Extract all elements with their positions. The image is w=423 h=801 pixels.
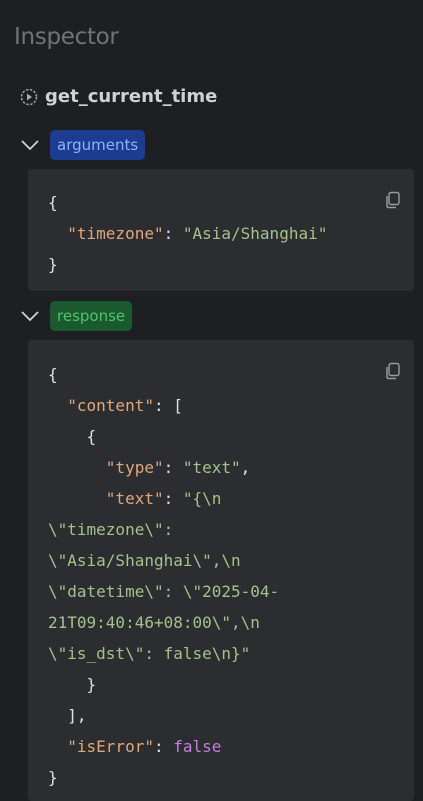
response-json: { "content": [ { "type": "text", "text":… [48, 365, 280, 787]
arguments-section-header[interactable]: arguments [20, 130, 146, 160]
tool-name: get_current_time [45, 86, 218, 107]
json-boolean: false [173, 737, 222, 756]
arguments-badge: arguments [50, 130, 146, 160]
tool-header: get_current_time [20, 86, 217, 107]
json-key: "type" [105, 458, 164, 477]
arguments-code-block: { "timezone": "Asia/Shanghai" } [28, 169, 414, 291]
json-key: "isError" [67, 737, 154, 756]
json-string-line: \"datetime\": \"2025-04- [48, 582, 280, 601]
copy-icon[interactable] [384, 362, 402, 380]
chevron-down-icon[interactable] [20, 306, 40, 326]
json-string-line: \"Asia/Shanghai\",\n [48, 551, 241, 570]
copy-icon[interactable] [384, 191, 402, 209]
arguments-json: { "timezone": "Asia/Shanghai" } [48, 193, 328, 274]
json-key: "text" [105, 489, 164, 508]
json-string-line: 21T09:40:46+08:00\",\n [48, 613, 260, 632]
chevron-down-icon[interactable] [20, 135, 40, 155]
response-section-header[interactable]: response [20, 301, 133, 331]
json-key: "timezone" [67, 224, 164, 243]
json-string: "Asia/Shanghai" [182, 224, 328, 243]
response-badge: response [50, 301, 133, 331]
json-string-line: "{\n [182, 489, 222, 508]
json-string-line: \"is_dst\": false\n}" [48, 644, 251, 663]
response-code-block: { "content": [ { "type": "text", "text":… [28, 340, 414, 801]
play-circle-icon [20, 88, 38, 105]
json-string-line: \"timezone\": [48, 520, 174, 539]
panel-title: Inspector [14, 24, 119, 50]
json-key: "content" [67, 396, 154, 415]
json-string: "text" [182, 458, 241, 477]
